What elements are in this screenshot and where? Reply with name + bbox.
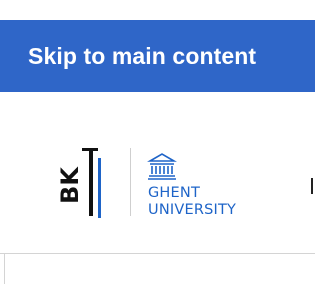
bk-mark: BK: [56, 148, 101, 218]
building-icon: [147, 153, 177, 180]
skip-to-main-content-link[interactable]: Skip to main content: [0, 20, 315, 92]
top-spacing: [0, 0, 315, 20]
bk-vertical-bar: [89, 148, 93, 216]
site-header: BK GHENT UNIVERSITY: [0, 92, 315, 254]
bk-blue-bar: [98, 158, 101, 218]
skip-link-label: Skip to main content: [28, 42, 257, 69]
logo-divider: [130, 148, 131, 216]
ghent-label: GHENT: [148, 185, 201, 201]
menu-edge-icon[interactable]: [311, 178, 313, 194]
bk-letters: BK: [56, 166, 84, 204]
home-logo-link[interactable]: BK GHENT UNIVERSITY: [56, 146, 238, 226]
university-label: UNIVERSITY: [148, 202, 237, 218]
content-left-rule: [4, 254, 5, 284]
ghent-university-wordmark: GHENT UNIVERSITY: [148, 185, 236, 219]
page: Skip to main content BK GHENT UNIVERSITY: [0, 0, 315, 284]
